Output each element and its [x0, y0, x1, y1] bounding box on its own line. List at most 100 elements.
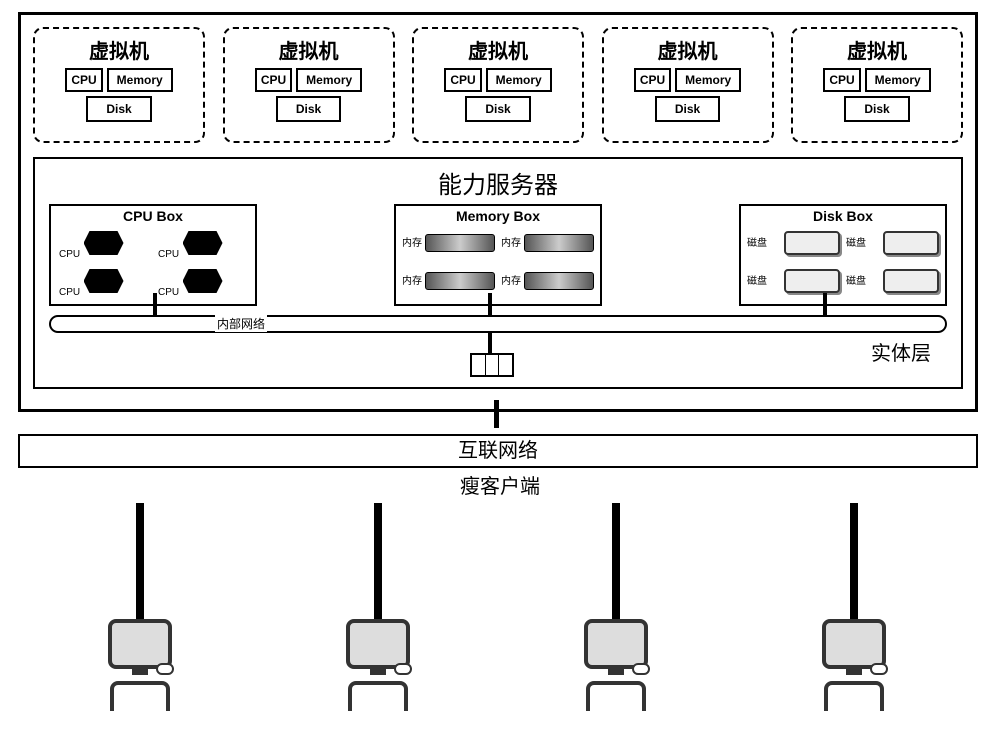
monitor-icon — [346, 619, 410, 669]
vm-disk: Disk — [276, 96, 341, 122]
vm-title: 虚拟机 — [41, 35, 197, 64]
vm-disk: Disk — [86, 96, 151, 122]
vm-title: 虚拟机 — [610, 35, 766, 64]
vm-cpu: CPU — [634, 68, 671, 92]
mouse-icon — [394, 663, 412, 675]
physical-layer-label: 实体层 — [871, 337, 931, 366]
vm-disk: Disk — [655, 96, 720, 122]
disk-drive-icon — [784, 231, 840, 255]
vm-cpu: CPU — [65, 68, 102, 92]
thin-client — [318, 619, 438, 719]
memory-label: 内存 — [402, 272, 422, 287]
disk-drive-icon — [784, 269, 840, 293]
vm-disk: Disk — [465, 96, 530, 122]
mouse-icon — [156, 663, 174, 675]
mouse-icon — [632, 663, 650, 675]
vm-memory: Memory — [865, 68, 931, 92]
clients-area — [18, 503, 978, 723]
internet-label: 互联网络 — [458, 440, 538, 462]
monitor-icon — [584, 619, 648, 669]
cpu-chip-icon — [84, 231, 124, 255]
capability-server-frame: 能力服务器 CPU Box CPU CPU CPU CPU Memory Box… — [33, 157, 963, 389]
connector-line — [823, 293, 827, 315]
connector-line — [374, 503, 382, 623]
disk-box: Disk Box 磁盘 磁盘 磁盘 磁盘 — [739, 204, 947, 306]
vm-box: 虚拟机 CPU Memory Disk — [223, 27, 395, 143]
disk-label: 磁盘 — [846, 272, 866, 287]
vm-cpu: CPU — [444, 68, 481, 92]
chair-icon — [110, 681, 170, 711]
ram-stick-icon — [524, 272, 594, 290]
cpu-label: CPU — [158, 287, 179, 298]
ram-stick-icon — [524, 234, 594, 252]
cpu-item: CPU — [156, 226, 249, 260]
cpu-item: CPU — [57, 264, 150, 298]
cpu-chip-icon — [183, 269, 223, 293]
vm-layer: 虚拟机 CPU Memory Disk 虚拟机 CPU Memory Disk … — [33, 27, 963, 143]
disk-drive-icon — [883, 231, 939, 255]
vm-box: 虚拟机 CPU Memory Disk — [602, 27, 774, 143]
disk-item: 磁盘 — [747, 226, 840, 260]
internal-bus-label: 内部网络 — [215, 315, 267, 332]
vm-cpu: CPU — [823, 68, 860, 92]
disk-item: 磁盘 — [846, 226, 939, 260]
disk-label: 磁盘 — [846, 234, 866, 249]
chair-icon — [824, 681, 884, 711]
server-title: 能力服务器 — [45, 165, 951, 200]
disk-label: 磁盘 — [747, 234, 767, 249]
memory-item: 内存 — [501, 264, 594, 298]
disk-drive-icon — [883, 269, 939, 293]
network-switch-icon — [470, 353, 514, 377]
memory-item: 内存 — [501, 226, 594, 260]
vm-title: 虚拟机 — [231, 35, 387, 64]
vm-box: 虚拟机 CPU Memory Disk — [412, 27, 584, 143]
ram-stick-icon — [425, 234, 495, 252]
vm-memory: Memory — [296, 68, 362, 92]
cpu-label: CPU — [59, 249, 80, 260]
cpu-box-title: CPU Box — [55, 208, 251, 224]
vm-memory: Memory — [107, 68, 173, 92]
cpu-item: CPU — [57, 226, 150, 260]
cpu-label: CPU — [158, 249, 179, 260]
memory-item: 内存 — [402, 264, 495, 298]
internet-bar: 互联网络 — [18, 434, 978, 468]
vm-title: 虚拟机 — [420, 35, 576, 64]
chair-icon — [586, 681, 646, 711]
vm-memory: Memory — [675, 68, 741, 92]
memory-box: Memory Box 内存 内存 内存 内存 — [394, 204, 602, 306]
memory-label: 内存 — [402, 234, 422, 249]
cpu-chip-icon — [84, 269, 124, 293]
connector-line — [494, 400, 499, 428]
memory-label: 内存 — [501, 234, 521, 249]
connector-line — [488, 293, 492, 315]
memory-box-title: Memory Box — [400, 208, 596, 224]
connector-line — [850, 503, 858, 623]
vm-disk: Disk — [844, 96, 909, 122]
hardware-boxes-row: CPU Box CPU CPU CPU CPU Memory Box 内存 内存… — [45, 204, 951, 306]
vm-box: 虚拟机 CPU Memory Disk — [791, 27, 963, 143]
vm-title: 虚拟机 — [799, 35, 955, 64]
connector-line — [612, 503, 620, 623]
disk-item: 磁盘 — [846, 264, 939, 298]
disk-box-title: Disk Box — [745, 208, 941, 224]
thin-client — [556, 619, 676, 719]
cpu-box: CPU Box CPU CPU CPU CPU — [49, 204, 257, 306]
memory-label: 内存 — [501, 272, 521, 287]
ram-stick-icon — [425, 272, 495, 290]
memory-item: 内存 — [402, 226, 495, 260]
cpu-item: CPU — [156, 264, 249, 298]
monitor-icon — [108, 619, 172, 669]
vm-cpu: CPU — [255, 68, 292, 92]
mouse-icon — [870, 663, 888, 675]
thin-client — [80, 619, 200, 719]
monitor-icon — [822, 619, 886, 669]
vm-box: 虚拟机 CPU Memory Disk — [33, 27, 205, 143]
thin-client-label: 瘦客户端 — [18, 470, 982, 499]
internal-bus — [49, 315, 947, 333]
thin-client — [794, 619, 914, 719]
connector-line — [153, 293, 157, 315]
chair-icon — [348, 681, 408, 711]
virtualization-frame: 虚拟机 CPU Memory Disk 虚拟机 CPU Memory Disk … — [18, 12, 978, 412]
cpu-label: CPU — [59, 287, 80, 298]
connector-line — [136, 503, 144, 623]
